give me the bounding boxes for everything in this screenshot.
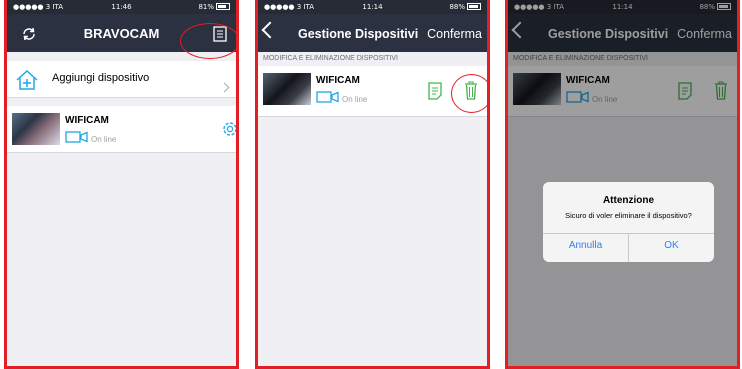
phone-screen-home: ●●●●● 3 ITA 11:46 81% BRAVOCAM Aggiungi … (4, 0, 239, 369)
settings-gear-icon[interactable] (221, 120, 239, 138)
camera-icon (65, 131, 88, 143)
back-icon[interactable] (261, 21, 279, 39)
cancel-button[interactable]: Annulla (543, 240, 628, 251)
highlight-ring (180, 23, 236, 59)
status-bar: ●●●●● 3 ITA 11:46 81% (7, 0, 236, 14)
add-device-row[interactable]: Aggiungi dispositivo (7, 61, 236, 98)
page-title: Gestione Dispositivi (298, 27, 419, 41)
device-name: WIFICAM (316, 75, 360, 86)
add-home-icon (16, 69, 38, 90)
device-status: On line (91, 135, 117, 144)
chevron-right-icon (219, 82, 230, 93)
status-bar: ●●●●● 3 ITA 11:14 88% (258, 0, 487, 14)
device-status: On line (342, 95, 368, 104)
dialog-title: Attenzione (602, 195, 655, 206)
confirm-dialog: Attenzione Sicuro di voler eliminare il … (543, 182, 714, 262)
section-header: MODIFICA E ELIMINAZIONE DISPOSITIVI (258, 52, 487, 66)
device-row[interactable]: WIFICAM On line (7, 106, 236, 153)
navigation-bar: Gestione Dispositivi Conferma (258, 14, 487, 52)
device-thumbnail (263, 73, 311, 105)
camera-icon (316, 91, 339, 103)
confirm-button[interactable]: Conferma (427, 27, 482, 41)
battery-icon (216, 3, 230, 10)
device-thumbnail (12, 113, 60, 145)
battery-indicator: 81% (198, 3, 230, 11)
ok-button[interactable]: OK (629, 240, 714, 251)
battery-icon (467, 3, 481, 10)
phone-screen-confirm-delete: ●●●●● 3 ITA 11:14 88% Gestione Dispositi… (505, 0, 740, 369)
battery-label: 81% (198, 3, 214, 11)
battery-indicator: 88% (449, 3, 481, 11)
battery-label: 88% (449, 3, 465, 11)
device-name: WIFICAM (65, 115, 109, 126)
edit-icon[interactable] (428, 82, 442, 100)
dialog-message: Sicuro di voler eliminare il dispositivo… (565, 211, 692, 220)
phone-screen-manage: ●●●●● 3 ITA 11:14 88% Gestione Dispositi… (255, 0, 490, 369)
highlight-ring (451, 74, 487, 113)
add-device-label: Aggiungi dispositivo (52, 72, 150, 84)
